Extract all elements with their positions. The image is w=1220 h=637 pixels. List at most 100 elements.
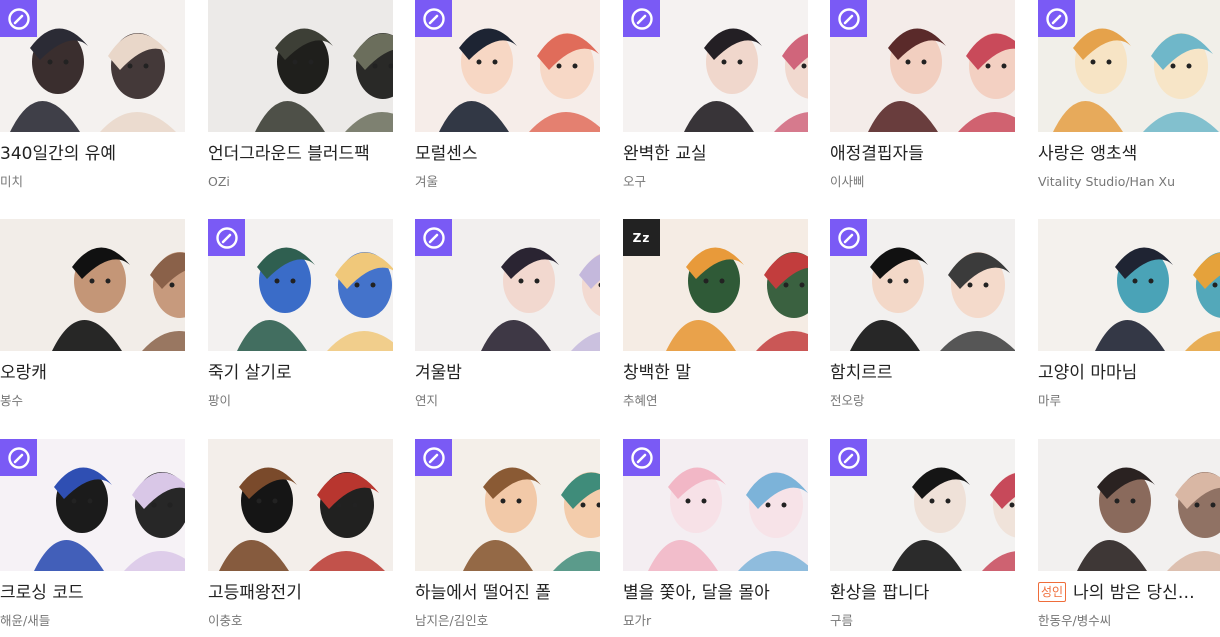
wait-free-badge	[1038, 0, 1075, 37]
webtoon-card[interactable]: 완벽한 교실 오구	[623, 0, 808, 189]
webtoon-title[interactable]: 애정결핍자들	[830, 142, 1015, 166]
webtoon-author: 팡이	[208, 393, 232, 408]
webtoon-thumbnail[interactable]	[830, 219, 1015, 351]
webtoon-author: 전오랑	[830, 393, 865, 408]
webtoon-card[interactable]: 환상을 팝니다 구름	[830, 439, 1015, 628]
webtoon-author: 봉수	[0, 393, 24, 408]
wait-free-badge	[415, 219, 452, 256]
webtoon-card[interactable]: 오랑캐봉수	[0, 219, 185, 408]
webtoon-thumbnail[interactable]: Zz	[623, 219, 808, 351]
webtoon-title[interactable]: 성인 나의 밤은 당신…	[1038, 581, 1220, 605]
webtoon-card[interactable]: 함치르르전오랑	[830, 219, 1015, 408]
webtoon-thumbnail[interactable]	[1038, 219, 1220, 351]
clock-icon	[630, 7, 653, 30]
webtoon-title-text: 사랑은 앵초색	[1038, 144, 1138, 164]
webtoon-card[interactable]: 언더그라운드 블러드팩 OZi	[208, 0, 393, 189]
webtoon-title[interactable]: 겨울밤	[415, 361, 600, 385]
webtoon-title-text: 크로싱 코드	[0, 583, 84, 603]
webtoon-thumbnail[interactable]	[1038, 439, 1220, 571]
webtoon-card[interactable]: 크로싱 코드해윤/새들	[0, 439, 185, 628]
wait-free-badge	[830, 0, 867, 37]
webtoon-card[interactable]: 겨울밤연지	[415, 219, 600, 408]
webtoon-thumbnail[interactable]	[0, 219, 185, 351]
webtoon-title-text: 고등패왕전기	[208, 583, 302, 603]
wait-free-badge	[623, 0, 660, 37]
webtoon-card[interactable]: 죽기 살기로팡이	[208, 219, 393, 408]
webtoon-title[interactable]: 별을 쫓아, 달을 몰아	[623, 581, 808, 605]
webtoon-card[interactable]: 사랑은 앵초색 Vitality Studio/Han Xu	[1038, 0, 1220, 189]
webtoon-thumbnail[interactable]	[415, 0, 600, 132]
webtoon-card[interactable]: Zz 창백한 말추혜연	[623, 219, 808, 408]
webtoon-title-text: 언더그라운드 블러드팩	[208, 144, 370, 164]
clock-icon	[837, 446, 860, 469]
webtoon-title[interactable]: 모럴센스	[415, 142, 600, 166]
webtoon-author: 남지은/김인호	[415, 613, 489, 628]
webtoon-thumbnail[interactable]	[0, 439, 185, 571]
webtoon-thumbnail[interactable]	[208, 439, 393, 571]
webtoon-title-text: 완벽한 교실	[623, 144, 707, 164]
webtoon-title-text: 함치르르	[830, 363, 893, 383]
webtoon-title[interactable]: 죽기 살기로	[208, 361, 393, 385]
webtoon-title[interactable]: 환상을 팝니다	[830, 581, 1015, 605]
wait-free-badge	[0, 439, 37, 476]
clock-icon	[215, 226, 238, 249]
clock-icon	[837, 226, 860, 249]
webtoon-card[interactable]: 고양이 마마님 마루	[1038, 219, 1220, 408]
wait-free-badge	[415, 439, 452, 476]
cover-illustration	[1038, 219, 1220, 351]
webtoon-author: 한동우/병수씨	[1038, 613, 1112, 628]
webtoon-title-text: 겨울밤	[415, 363, 462, 383]
clock-icon	[7, 446, 30, 469]
cover-illustration	[208, 439, 393, 571]
wait-free-badge	[830, 439, 867, 476]
webtoon-title[interactable]: 완벽한 교실	[623, 142, 808, 166]
webtoon-card[interactable]: 성인 나의 밤은 당신… 한동우/병수씨	[1038, 439, 1220, 628]
webtoon-thumbnail[interactable]	[415, 219, 600, 351]
webtoon-card[interactable]: 애정결핍자들 이사삐	[830, 0, 1015, 189]
webtoon-title[interactable]: 340일간의 유예	[0, 142, 185, 166]
webtoon-author: Vitality Studio/Han Xu	[1038, 174, 1175, 189]
clock-icon	[837, 7, 860, 30]
webtoon-card[interactable]: 고등패왕전기 이충호	[208, 439, 393, 628]
webtoon-thumbnail[interactable]	[623, 0, 808, 132]
wait-free-badge	[0, 0, 37, 37]
webtoon-title[interactable]: 고등패왕전기	[208, 581, 393, 605]
webtoon-card[interactable]: 하늘에서 떨어진 폴남지은/김인호	[415, 439, 600, 628]
webtoon-title[interactable]: 오랑캐	[0, 361, 185, 385]
wait-free-badge	[623, 439, 660, 476]
cover-illustration	[1038, 439, 1220, 571]
cover-illustration	[0, 219, 185, 351]
webtoon-author: 해윤/새들	[0, 613, 51, 628]
webtoon-title-text: 창백한 말	[623, 363, 691, 383]
webtoon-title-text: 별을 쫓아, 달을 몰아	[623, 583, 770, 603]
webtoon-title[interactable]: 함치르르	[830, 361, 1015, 385]
webtoon-thumbnail[interactable]	[0, 0, 185, 132]
webtoon-card[interactable]: 340일간의 유예 미치	[0, 0, 185, 189]
webtoon-title[interactable]: 크로싱 코드	[0, 581, 185, 605]
wait-free-badge	[208, 219, 245, 256]
webtoon-title[interactable]: 하늘에서 떨어진 폴	[415, 581, 600, 605]
webtoon-author: 연지	[415, 393, 439, 408]
webtoon-author: OZi	[208, 174, 230, 189]
wait-free-badge	[830, 219, 867, 256]
clock-icon	[422, 226, 445, 249]
webtoon-title[interactable]: 창백한 말	[623, 361, 808, 385]
webtoon-thumbnail[interactable]	[415, 439, 600, 571]
webtoon-title[interactable]: 사랑은 앵초색	[1038, 142, 1220, 166]
clock-icon	[422, 446, 445, 469]
webtoon-title-text: 하늘에서 떨어진 폴	[415, 583, 551, 603]
webtoon-thumbnail[interactable]	[623, 439, 808, 571]
webtoon-thumbnail[interactable]	[208, 0, 393, 132]
webtoon-title[interactable]: 고양이 마마님	[1038, 361, 1220, 385]
webtoon-card[interactable]: 별을 쫓아, 달을 몰아 묘가r	[623, 439, 808, 628]
webtoon-title[interactable]: 언더그라운드 블러드팩	[208, 142, 393, 166]
adult-badge: 성인	[1038, 582, 1067, 602]
webtoon-card[interactable]: 모럴센스 겨울	[415, 0, 600, 189]
webtoon-thumbnail[interactable]	[830, 439, 1015, 571]
webtoon-author: 추혜연	[623, 393, 658, 408]
sleep-icon: Zz	[623, 219, 660, 256]
wait-free-badge	[415, 0, 452, 37]
webtoon-thumbnail[interactable]	[208, 219, 393, 351]
webtoon-thumbnail[interactable]	[1038, 0, 1220, 132]
webtoon-thumbnail[interactable]	[830, 0, 1015, 132]
